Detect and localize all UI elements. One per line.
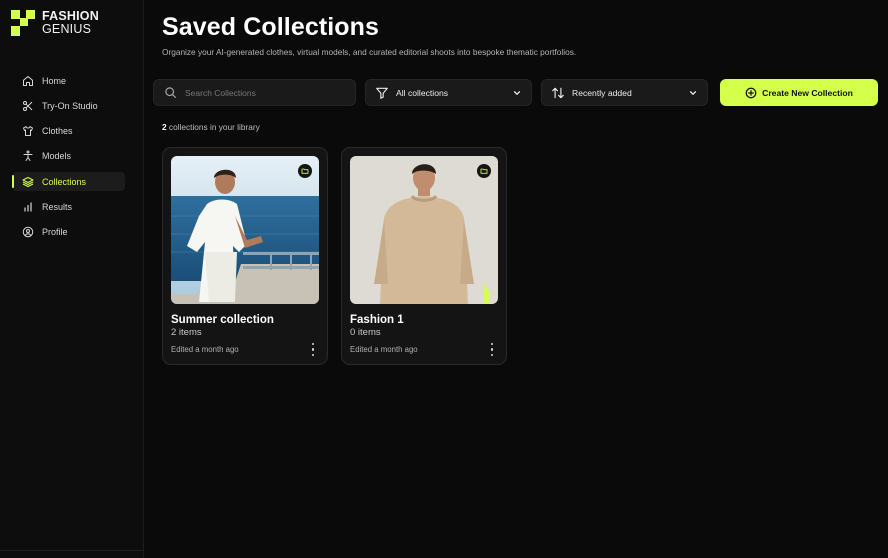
sidebar-item-label: Models (42, 151, 72, 162)
collection-cover-image (171, 156, 319, 304)
collection-cover-image (350, 156, 498, 304)
sidebar-divider (0, 550, 143, 551)
sidebar-item-try-on-studio[interactable]: Try-On Studio (12, 96, 125, 115)
more-options-button[interactable] (309, 343, 317, 356)
sort-dropdown[interactable]: Recently added (541, 79, 708, 106)
shirt-icon (23, 126, 33, 137)
person-icon (23, 150, 33, 162)
filter-icon (376, 87, 388, 99)
user-circle-icon (22, 227, 34, 238)
sidebar-item-home[interactable]: Home (12, 71, 125, 90)
collection-name: Summer collection (171, 314, 274, 326)
kebab-dot (311, 348, 315, 351)
sidebar-item-clothes[interactable]: Clothes (12, 122, 125, 141)
create-new-collection-button[interactable]: Create New Collection (720, 79, 878, 106)
folder-icon (480, 168, 488, 174)
brand-wordmark: FASHION GENIUS (42, 10, 99, 36)
sidebar-item-results[interactable]: Results (12, 197, 125, 216)
collection-thumbnail[interactable] (171, 156, 319, 304)
chevron-down-icon (689, 90, 697, 95)
sidebar-nav: Home Try-On Studio Clothes Models Collec… (12, 71, 125, 248)
main-content: Saved Collections Organize your AI-gener… (144, 0, 888, 558)
collection-card[interactable]: Summer collection 2 items Edited a month… (162, 147, 328, 365)
collection-item-count: 2 items (171, 327, 202, 338)
sort-value: Recently added (572, 87, 632, 98)
folder-icon (301, 168, 309, 174)
bar-chart-icon (24, 202, 32, 212)
more-options-button[interactable] (488, 343, 496, 356)
create-button-label: Create New Collection (762, 87, 853, 98)
search-icon (165, 87, 176, 98)
collection-filter-dropdown[interactable]: All collections (365, 79, 532, 106)
kebab-dot (311, 353, 315, 356)
collection-edited-time: Edited a month ago (171, 345, 239, 354)
sort-arrows-icon (552, 87, 564, 98)
folder-badge (298, 164, 312, 178)
sidebar-item-label: Profile (42, 227, 68, 238)
page-subtitle: Organize your AI-generated clothes, virt… (162, 47, 577, 57)
sidebar-item-label: Clothes (42, 126, 73, 137)
collections-count: 2 collections in your library (162, 122, 260, 132)
collection-edited-time: Edited a month ago (350, 345, 418, 354)
collection-item-count: 0 items (350, 327, 381, 338)
sidebar-item-models[interactable]: Models (12, 147, 125, 166)
sidebar-item-label: Collections (42, 176, 87, 187)
scissors-icon (23, 100, 33, 111)
layers-icon (22, 176, 34, 187)
sidebar-item-label: Home (42, 75, 67, 86)
chevron-down-icon (513, 90, 521, 95)
sidebar: FASHION GENIUS Home Try-On Studio Clothe… (0, 0, 144, 558)
collection-name: Fashion 1 (350, 314, 404, 326)
sidebar-item-label: Try-On Studio (42, 100, 98, 111)
collection-thumbnail[interactable] (350, 156, 498, 304)
brand-logo[interactable]: FASHION GENIUS (11, 10, 99, 36)
brand-logo-icon (11, 10, 35, 36)
kebab-dot (311, 343, 315, 346)
kebab-dot (490, 343, 494, 346)
page-title: Saved Collections (162, 13, 380, 41)
sidebar-item-profile[interactable]: Profile (12, 223, 125, 242)
folder-badge (477, 164, 491, 178)
collection-card[interactable]: Fashion 1 0 items Edited a month ago (341, 147, 507, 365)
sidebar-item-label: Results (42, 201, 73, 212)
brand-line2: GENIUS (42, 22, 92, 36)
sidebar-item-collections[interactable]: Collections (12, 172, 125, 192)
search-box[interactable] (153, 79, 356, 106)
search-input[interactable] (185, 87, 335, 98)
kebab-dot (490, 348, 494, 351)
collections-count-suffix: collections in your library (166, 122, 260, 132)
plus-circle-icon (745, 87, 757, 98)
home-icon (23, 75, 33, 86)
kebab-dot (490, 353, 494, 356)
filter-value: All collections (396, 87, 449, 98)
